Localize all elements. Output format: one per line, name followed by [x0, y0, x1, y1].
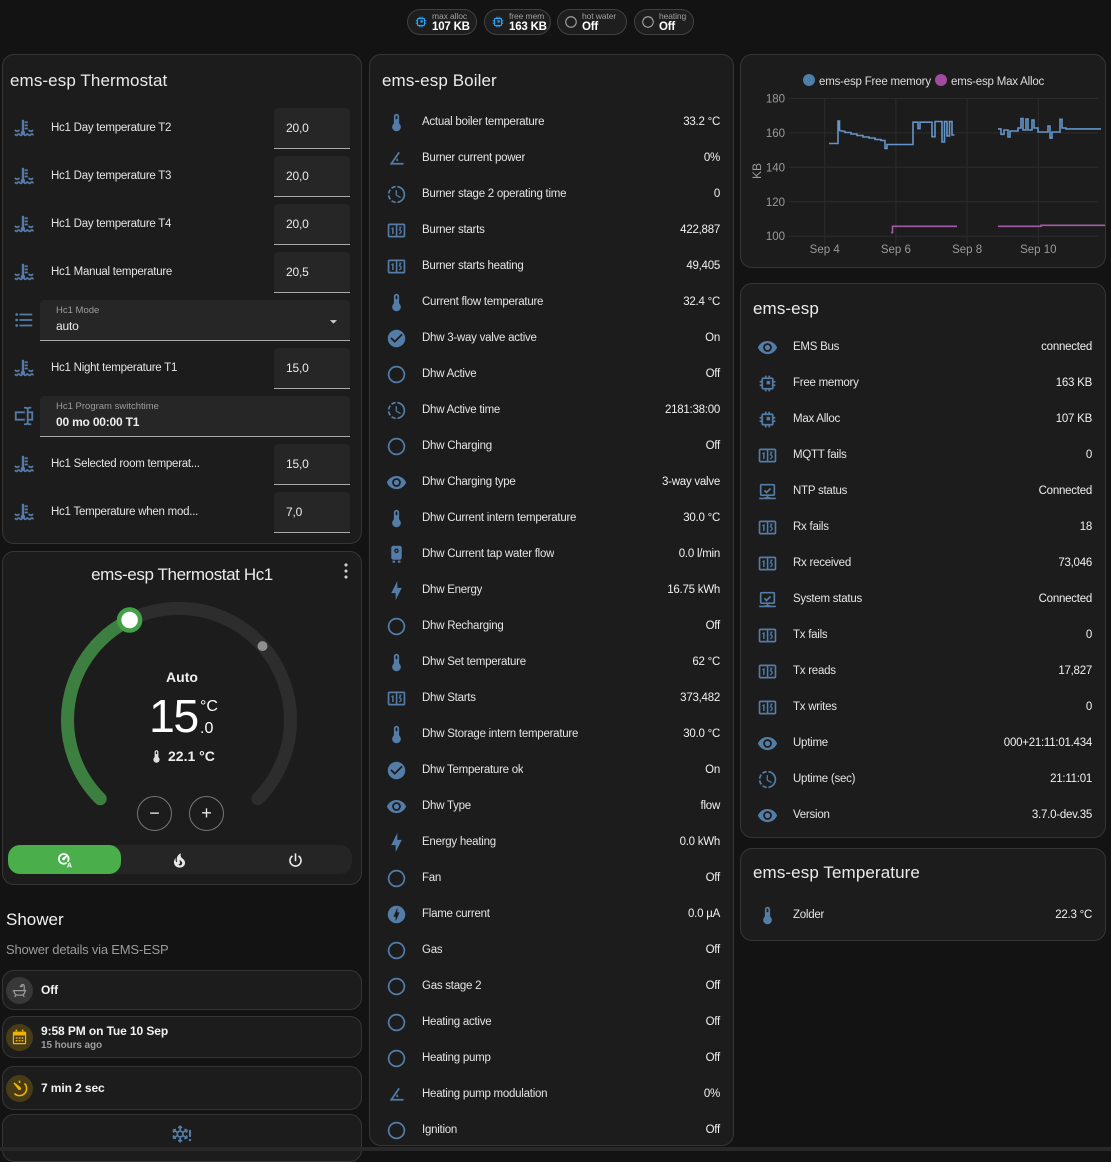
svg-text:Sep 8: Sep 8 [952, 244, 982, 256]
svg-text:ems-esp Free memory: ems-esp Free memory [819, 76, 931, 88]
svg-text:Sep 4: Sep 4 [810, 244, 841, 256]
svg-text:Sep 10: Sep 10 [1020, 244, 1056, 256]
svg-text:100: 100 [766, 231, 785, 243]
svg-text:ems-esp Max Alloc: ems-esp Max Alloc [951, 76, 1045, 88]
svg-text:180: 180 [766, 93, 785, 105]
svg-text:KB: KB [750, 163, 764, 179]
svg-text:140: 140 [766, 162, 785, 174]
svg-text:Sep 6: Sep 6 [881, 244, 911, 256]
svg-text:120: 120 [766, 197, 785, 209]
svg-text:160: 160 [766, 128, 785, 140]
